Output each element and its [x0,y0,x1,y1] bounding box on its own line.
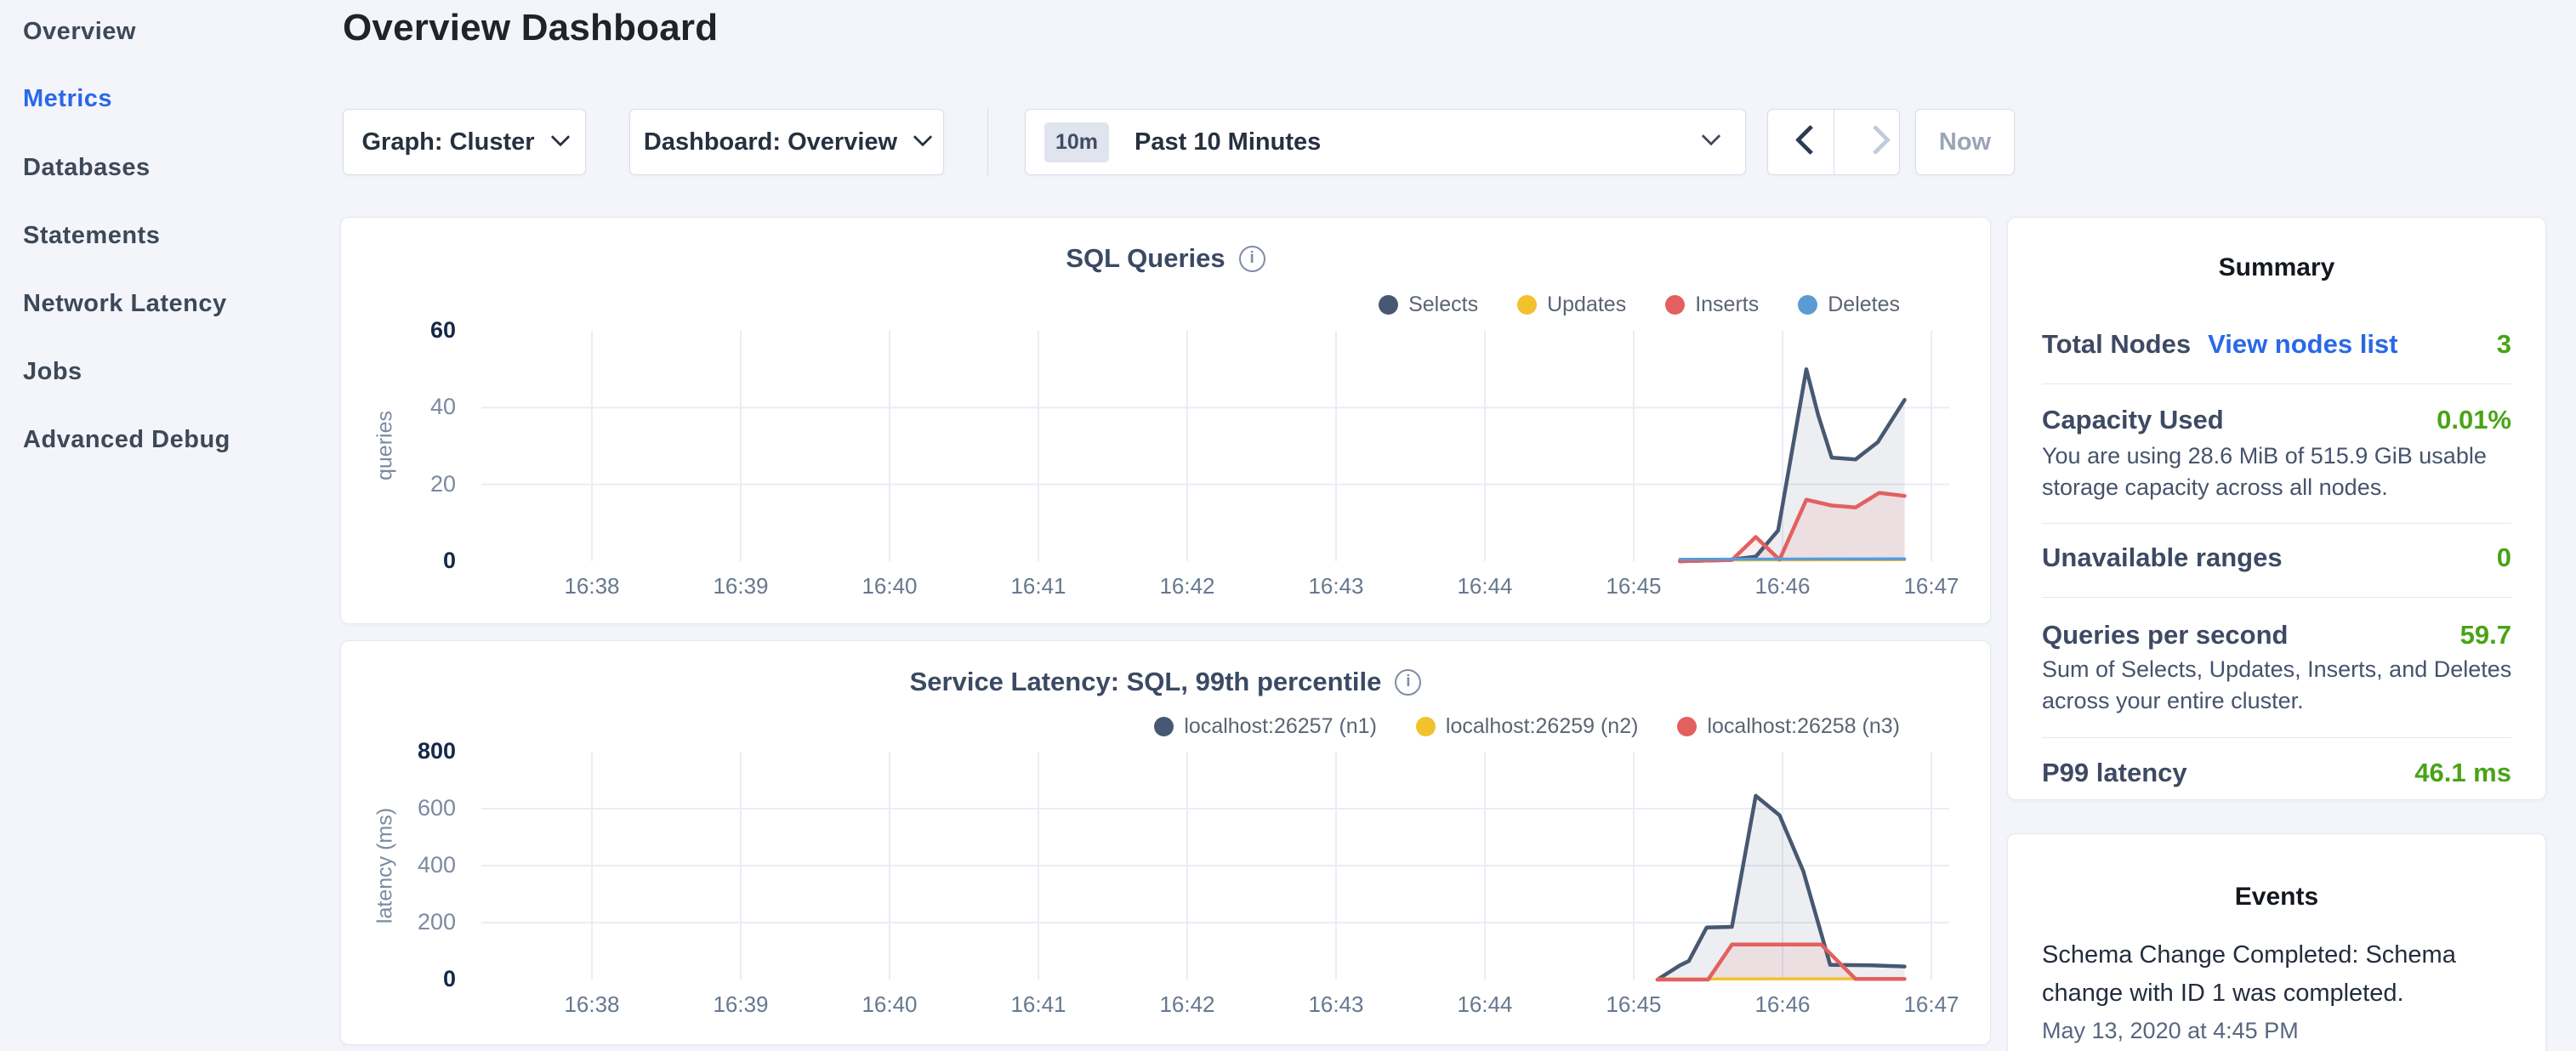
x-axis-tick: 16:40 [830,991,949,1018]
events-title: Events [2008,883,2545,912]
summary-caption: Sum of Selects, Updates, Inserts, and De… [2042,654,2515,717]
graph-scope-dropdown[interactable]: Graph: Cluster [343,109,586,175]
chevron-down-icon [550,128,570,147]
time-range-badge: 10m [1044,122,1109,162]
summary-caption: You are using 28.6 MiB of 515.9 GiB usab… [2042,440,2515,503]
x-axis-tick: 16:47 [1872,991,1991,1018]
time-step-group [1767,109,1900,175]
x-axis-tick: 16:46 [1723,573,1842,599]
y-axis-tick: 0 [371,548,456,574]
x-axis-tick: 16:41 [979,573,1098,599]
sidebar-item-advanced-debug[interactable]: Advanced Debug [23,424,230,455]
x-axis-tick: 16:45 [1574,573,1693,599]
event-timestamp: May 13, 2020 at 4:45 PM [2042,1018,2515,1044]
x-axis-tick: 16:44 [1425,991,1544,1018]
summary-value: 59.7 [2460,620,2511,650]
summary-row-capacity-used: Capacity Used 0.01% [2042,405,2511,435]
time-step-back-button[interactable] [1768,110,1834,174]
chart-canvas [341,641,1992,1046]
summary-divider [2042,597,2511,598]
sidebar-item-jobs[interactable]: Jobs [23,356,82,387]
chevron-down-icon [913,128,933,147]
summary-row-unavailable-ranges: Unavailable ranges 0 [2042,543,2511,573]
x-axis-tick: 16:41 [979,991,1098,1018]
summary-divider [2042,523,2511,524]
dashboard-dropdown-label: Dashboard: Overview [644,128,897,156]
summary-label: P99 latency [2042,758,2187,788]
summary-title: Summary [2008,253,2545,282]
sidebar-item-metrics[interactable]: Metrics [23,83,112,114]
view-nodes-list-link[interactable]: View nodes list [2208,329,2397,360]
summary-row-p99-latency: P99 latency 46.1 ms [2042,758,2511,788]
summary-label: Unavailable ranges [2042,543,2283,573]
service-latency-chart-panel: Service Latency: SQL, 99th percentile lo… [340,640,1991,1045]
page-title: Overview Dashboard [343,7,718,49]
summary-divider [2042,737,2511,738]
y-axis-title: latency (ms) [373,808,398,923]
summary-panel: Summary Total Nodes View nodes list 3 Capac… [2007,217,2546,800]
x-axis-tick: 16:43 [1277,991,1396,1018]
summary-value: 0.01% [2437,405,2511,435]
summary-label: Capacity Used [2042,405,2224,435]
x-axis-tick: 16:38 [532,573,651,599]
chevron-right-icon [1861,124,1891,154]
controls-divider [987,109,988,175]
summary-label: Queries per second [2042,620,2288,650]
x-axis-tick: 16:39 [681,573,800,599]
summary-value: 3 [2497,329,2511,360]
x-axis-tick: 16:47 [1872,573,1991,599]
x-axis-tick: 16:42 [1128,991,1247,1018]
summary-label: Total Nodes [2042,329,2191,360]
x-axis-tick: 16:43 [1277,573,1396,599]
sidebar-item-databases[interactable]: Databases [23,152,151,183]
x-axis-tick: 16:46 [1723,991,1842,1018]
events-panel: Events Schema Change Completed: Schema c… [2007,833,2546,1051]
x-axis-tick: 16:44 [1425,573,1544,599]
event-item[interactable]: Schema Change Completed: Schema change w… [2042,936,2515,1013]
chart-canvas [341,218,1992,625]
sql-queries-chart-panel: SQL Queries SelectsUpdatesInsertsDeletes… [340,217,1991,624]
sidebar-item-overview[interactable]: Overview [23,16,136,47]
x-axis-tick: 16:38 [532,991,651,1018]
x-axis-tick: 16:42 [1128,573,1247,599]
summary-value: 0 [2497,543,2511,573]
summary-divider [2042,383,2511,384]
chevron-left-icon [1795,124,1825,154]
y-axis-title: queries [373,411,398,480]
y-axis-tick: 60 [371,317,456,344]
overview-dashboard-page: Overview Metrics Databases Statements Networ… [0,0,2576,1051]
sidebar-item-statements[interactable]: Statements [23,220,160,251]
summary-row-queries-per-second: Queries per second 59.7 [2042,620,2511,650]
x-axis-tick: 16:39 [681,991,800,1018]
chevron-down-icon [1702,127,1721,146]
now-button-label: Now [1939,128,1991,156]
y-axis-tick: 800 [371,738,456,764]
dashboard-dropdown[interactable]: Dashboard: Overview [629,109,944,175]
x-axis-tick: 16:40 [830,573,949,599]
time-range-label: Past 10 Minutes [1134,128,1321,156]
now-button[interactable]: Now [1915,109,2015,175]
graph-scope-dropdown-label: Graph: Cluster [361,128,534,156]
summary-value: 46.1 ms [2414,758,2511,788]
y-axis-tick: 0 [371,966,456,992]
time-step-forward-button[interactable] [1834,110,1900,174]
sidebar-item-network-latency[interactable]: Network Latency [23,288,227,319]
summary-row-total-nodes: Total Nodes View nodes list 3 [2042,329,2511,360]
x-axis-tick: 16:45 [1574,991,1693,1018]
time-range-selector[interactable]: 10m Past 10 Minutes [1025,109,1746,175]
